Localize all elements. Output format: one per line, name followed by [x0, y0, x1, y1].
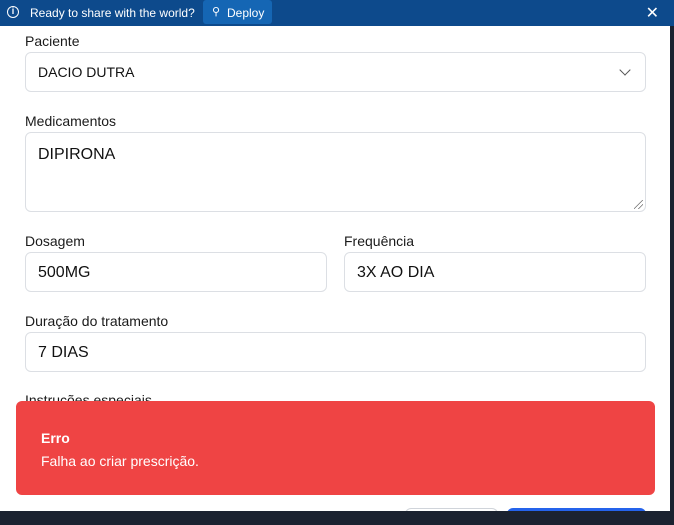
info-icon: i	[7, 6, 19, 18]
dosagem-label: Dosagem	[25, 233, 85, 249]
toast-title: Erro	[41, 430, 70, 446]
deploy-button[interactable]: ⚲ Deploy	[203, 0, 272, 24]
medicamentos-textarea[interactable]: DIPIRONA	[25, 132, 646, 212]
frequencia-input[interactable]: 3X AO DIA	[344, 252, 646, 292]
medicamentos-value: DIPIRONA	[38, 146, 116, 163]
frequencia-label: Frequência	[344, 233, 415, 249]
background-strip	[0, 511, 674, 525]
paciente-select[interactable]: DACIO DUTRA	[25, 52, 646, 92]
deploy-button-label: Deploy	[227, 6, 265, 20]
paciente-label: Paciente	[25, 33, 80, 49]
banner-message: Ready to share with the world?	[30, 6, 195, 20]
toast-description: Falha ao criar prescrição.	[41, 453, 199, 469]
close-icon[interactable]: ✕	[646, 3, 659, 23]
frequencia-value: 3X AO DIA	[357, 264, 435, 281]
medicamentos-label: Medicamentos	[25, 113, 117, 129]
chevron-down-icon	[619, 64, 631, 76]
paciente-value: DACIO DUTRA	[38, 64, 135, 80]
resize-handle-icon[interactable]	[634, 200, 643, 209]
deploy-banner: i Ready to share with the world? ⚲ Deplo…	[0, 0, 674, 26]
pin-icon: ⚲	[212, 6, 221, 18]
duracao-input[interactable]: 7 DIAS	[25, 332, 646, 372]
duracao-label: Duração do tratamento	[25, 313, 169, 329]
error-toast: Erro Falha ao criar prescrição.	[16, 401, 655, 495]
dosagem-input[interactable]: 500MG	[25, 252, 327, 292]
duracao-value: 7 DIAS	[38, 344, 89, 361]
dosagem-value: 500MG	[38, 264, 91, 281]
